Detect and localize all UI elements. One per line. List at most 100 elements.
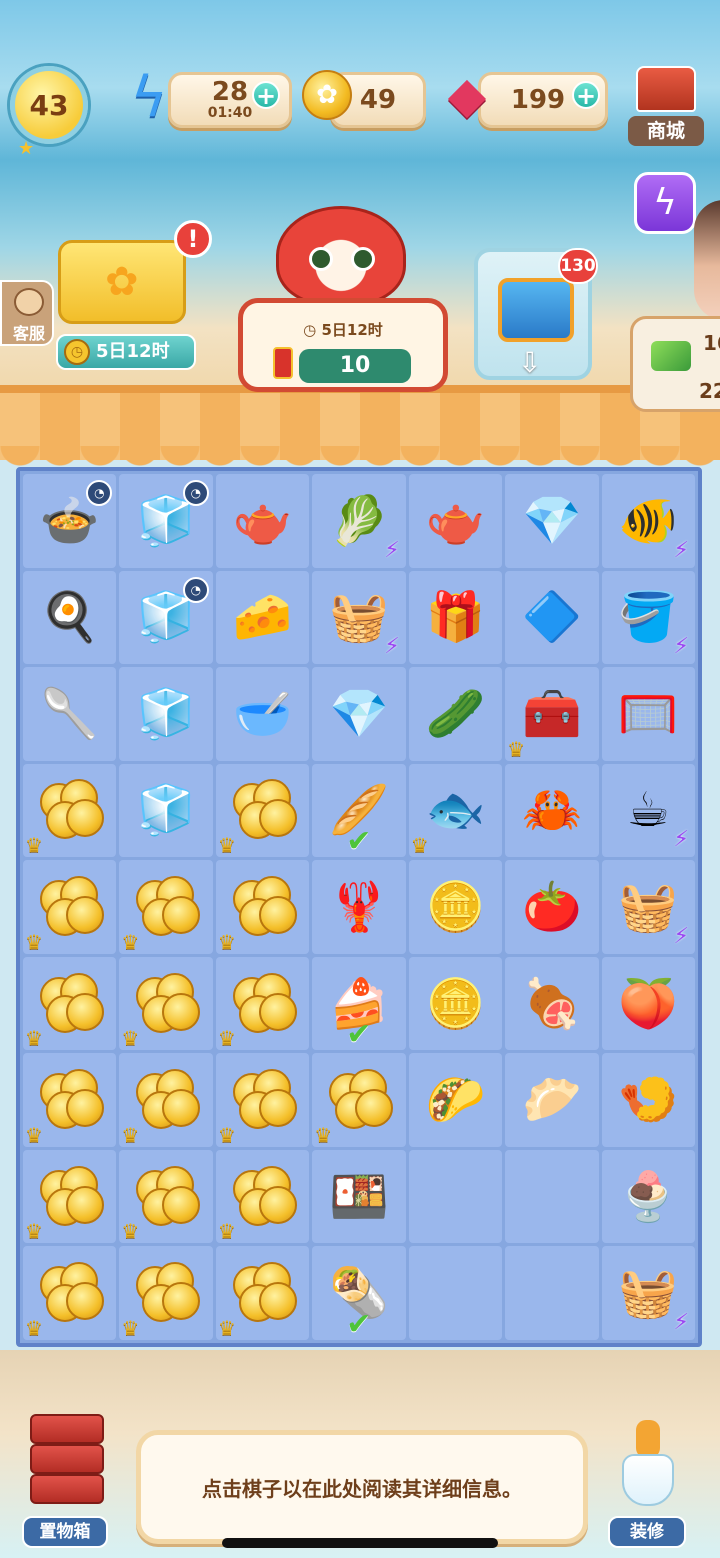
board-cell[interactable]: 🌯 ✔ <box>312 1246 406 1340</box>
ticket-event-button[interactable]: ✿ <box>58 240 186 324</box>
board-cell[interactable]: ♛ <box>215 1053 310 1147</box>
board-cell[interactable] <box>408 1149 503 1244</box>
board-cell[interactable]: 🧰 ♛ <box>505 667 599 761</box>
board-cell[interactable]: ♛ <box>23 1246 117 1340</box>
board-cell[interactable]: ♛ <box>119 1053 213 1147</box>
board-cell[interactable]: 🦞 <box>312 860 406 954</box>
home-indicator[interactable] <box>222 1538 498 1548</box>
board-cell[interactable]: 🍨 <box>601 1149 695 1244</box>
board-cell[interactable]: 🥖 ✔ <box>312 763 406 858</box>
board-cell[interactable]: 🫖 <box>215 474 310 568</box>
board-cell[interactable]: ♛ <box>23 1149 117 1244</box>
board-cell[interactable]: 🧺 ⚡ <box>601 1246 695 1340</box>
ticket-timer: ◷ 5日12时 <box>56 334 196 370</box>
board-cell[interactable]: 🧊 <box>119 667 213 761</box>
board-cell[interactable]: 🪙 <box>408 956 503 1051</box>
board-cell[interactable]: 🍳 <box>23 570 117 665</box>
board-cell[interactable]: 💎 <box>312 667 406 761</box>
cheese-cake-icon: 🧀 <box>232 589 293 646</box>
board-cell[interactable]: 🌮 <box>408 1053 503 1147</box>
firecracker-icon <box>273 347 293 379</box>
lion-event-card[interactable]: ◷ 5日12时 10 <box>238 298 448 392</box>
board-cell[interactable]: ♛ <box>215 1149 310 1244</box>
clock-icon: ◷ <box>303 321 317 339</box>
coin-stack-icon <box>130 1067 202 1133</box>
green-kettle-icon: 🫖 <box>232 492 293 549</box>
frying-pan-icon: 🍳 <box>39 589 100 646</box>
lion-event-timer: ◷ 5日12时 <box>243 319 443 340</box>
crown-icon: ♛ <box>121 1219 140 1244</box>
board-cell[interactable]: 🧊 ◔ <box>119 474 213 568</box>
board-cell[interactable]: ♛ <box>215 763 310 858</box>
storage-box-button[interactable] <box>22 1410 112 1518</box>
decorate-button[interactable] <box>612 1420 682 1510</box>
board-cell[interactable]: 🪙 <box>408 860 503 954</box>
board-cell[interactable]: 🧺 ⚡ <box>312 570 406 665</box>
board-cell[interactable]: 🍰 ✔ <box>312 956 406 1051</box>
board-cell[interactable]: 🐟 ♛ <box>408 763 503 858</box>
board-cell[interactable]: 🦀 <box>505 763 599 858</box>
level-badge[interactable]: 43 <box>10 66 88 144</box>
board-cell[interactable]: 🍖 <box>505 956 599 1051</box>
board-cell[interactable]: 🥟 <box>505 1053 599 1147</box>
board-cell[interactable]: ♛ <box>23 860 117 954</box>
storage-label[interactable]: 置物箱 <box>22 1516 108 1548</box>
board-cell[interactable]: 🥣 <box>215 667 310 761</box>
board-cell[interactable]: 🧀 <box>215 570 310 665</box>
energy-bolt-icon: ⚡ <box>673 827 689 853</box>
board-cell[interactable]: ♛ <box>23 763 117 858</box>
coin-stack-icon <box>34 971 106 1037</box>
customer-service-button[interactable]: 客服 <box>0 280 54 346</box>
board-cell[interactable]: 🧊 <box>119 763 213 858</box>
board-cell[interactable]: 🥅 <box>601 667 695 761</box>
crown-icon: ♛ <box>25 833 43 858</box>
board-cell[interactable]: ♛ <box>215 1246 310 1340</box>
board-cell[interactable]: ♛ <box>215 860 310 954</box>
gem-icon: ◆ <box>447 66 487 124</box>
decorate-label[interactable]: 装修 <box>608 1516 686 1548</box>
board-cell[interactable]: 🥒 <box>408 667 503 761</box>
board-cell[interactable]: 🧺 ⚡ <box>601 860 695 954</box>
board-cell[interactable]: 🍱 <box>312 1149 406 1244</box>
add-energy-button[interactable]: + <box>252 81 280 110</box>
crown-icon: ♛ <box>217 1122 236 1147</box>
coin-stack-icon <box>227 1260 299 1326</box>
side-quest-count: 16 <box>703 331 720 355</box>
energy-boost-button[interactable]: ϟ <box>634 172 696 234</box>
board-cell[interactable]: ♛ <box>119 860 213 954</box>
crown-icon: ♛ <box>217 929 236 954</box>
board-cell[interactable]: 🐠 ⚡ <box>601 474 695 568</box>
board-cell[interactable] <box>505 1149 599 1244</box>
board-cell[interactable]: ♛ <box>119 956 213 1051</box>
board-cell[interactable]: 🔷 <box>505 570 599 665</box>
shop-button[interactable]: 商城 <box>628 66 704 150</box>
add-gem-button[interactable]: + <box>572 81 600 110</box>
board-cell[interactable] <box>408 1246 503 1340</box>
board-cell[interactable] <box>505 1246 599 1340</box>
board-cell[interactable]: 🥄 <box>23 667 117 761</box>
board-cell[interactable]: 🧊 ◔ <box>119 570 213 665</box>
ice-cream-cup-icon: 🍨 <box>618 1168 679 1225</box>
board-cell[interactable]: ☕ ⚡ <box>601 763 695 858</box>
board-cell[interactable]: 🍤 <box>601 1053 695 1147</box>
board-cell[interactable]: 🍲 ◔ <box>23 474 117 568</box>
coin-stack-icon <box>227 971 299 1037</box>
board-cell[interactable]: 🍑 <box>601 956 695 1051</box>
board-cell[interactable]: ♛ <box>119 1149 213 1244</box>
teapot-icon: 🫖 <box>425 492 486 549</box>
board-cell[interactable]: 🥬 ⚡ <box>312 474 406 568</box>
lion-dance-event-button[interactable] <box>276 206 406 306</box>
board-cell[interactable]: 🎁 <box>408 570 503 665</box>
board-cell[interactable]: ♛ <box>23 1053 117 1147</box>
board-cell[interactable]: ♛ <box>119 1246 213 1340</box>
crown-icon: ♛ <box>410 833 429 858</box>
crab-plate-icon: 🦀 <box>521 782 582 839</box>
side-quest-panel[interactable]: 16 22 <box>630 316 720 412</box>
board-cell[interactable]: ♛ <box>23 956 117 1051</box>
board-cell[interactable]: 🫖 <box>408 474 503 568</box>
board-cell[interactable]: 🍅 <box>505 860 599 954</box>
board-cell[interactable]: ♛ <box>215 956 310 1051</box>
board-cell[interactable]: ♛ <box>312 1053 406 1147</box>
board-cell[interactable]: 🪣 ⚡ <box>601 570 695 665</box>
board-cell[interactable]: 💎 <box>505 474 599 568</box>
